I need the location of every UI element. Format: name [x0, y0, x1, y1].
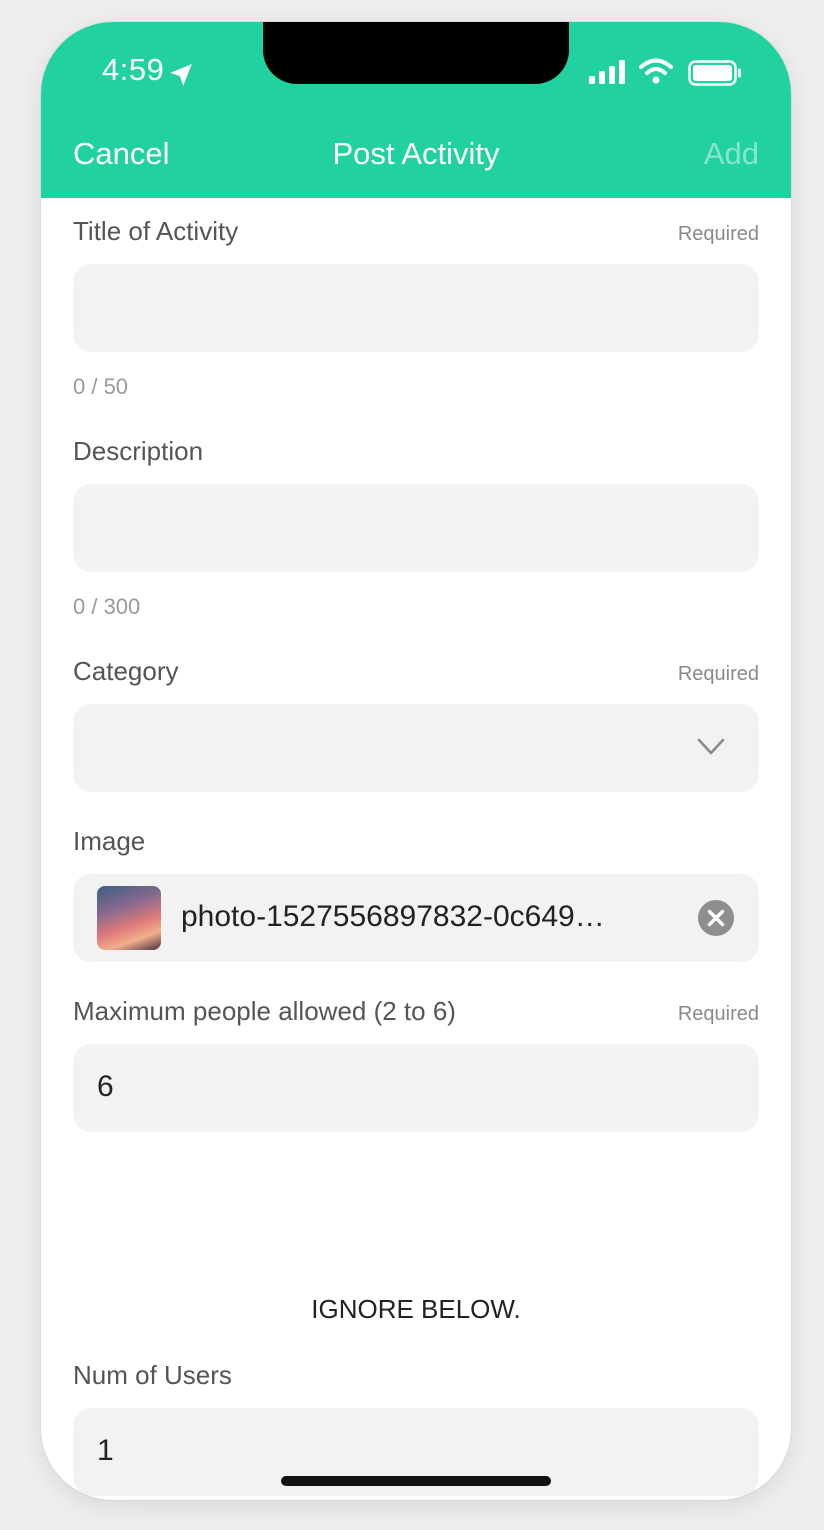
- cancel-button[interactable]: Cancel: [73, 136, 170, 172]
- max-people-field[interactable]: 6: [73, 1044, 759, 1132]
- max-people-value[interactable]: 6: [97, 1070, 114, 1104]
- title-field[interactable]: [73, 264, 759, 352]
- title-label: Title of Activity: [73, 216, 239, 246]
- max-people-required-hint: Required: [677, 1003, 759, 1025]
- cellular-signal-icon: [589, 60, 625, 84]
- location-arrow-icon: [170, 64, 192, 86]
- home-indicator[interactable]: [281, 1476, 551, 1486]
- category-required-hint: Required: [677, 663, 759, 685]
- description-field[interactable]: [73, 484, 759, 572]
- image-thumbnail: [97, 886, 161, 950]
- wifi-icon: [639, 58, 673, 84]
- phone-screen: 4:59 Cancel Post Activity Add Title of A…: [41, 22, 791, 1500]
- clear-image-icon[interactable]: [697, 899, 735, 937]
- title-required-hint: Required: [677, 223, 759, 245]
- header-bar: 4:59 Cancel Post Activity Add: [41, 22, 791, 198]
- image-filename: photo-1527556897832-0c649…: [181, 900, 605, 933]
- num-users-value[interactable]: 1: [97, 1434, 114, 1468]
- add-button[interactable]: Add: [704, 136, 759, 172]
- title-char-counter: 0 / 50: [73, 374, 129, 399]
- description-char-counter: 0 / 300: [73, 594, 141, 619]
- notch: [263, 22, 569, 84]
- category-label: Category: [73, 656, 179, 686]
- max-people-label: Maximum people allowed (2 to 6): [73, 996, 456, 1026]
- description-input[interactable]: [73, 484, 759, 572]
- image-label: Image: [73, 826, 146, 856]
- battery-icon: [688, 60, 741, 86]
- status-time: 4:59: [102, 52, 165, 87]
- ignore-below-note: IGNORE BELOW.: [311, 1294, 521, 1324]
- chevron-down-icon: [697, 738, 725, 755]
- title-input[interactable]: [73, 264, 759, 352]
- num-users-label: Num of Users: [73, 1360, 232, 1390]
- description-label: Description: [73, 436, 204, 466]
- image-field[interactable]: photo-1527556897832-0c649…: [73, 874, 759, 962]
- category-select[interactable]: [73, 704, 759, 792]
